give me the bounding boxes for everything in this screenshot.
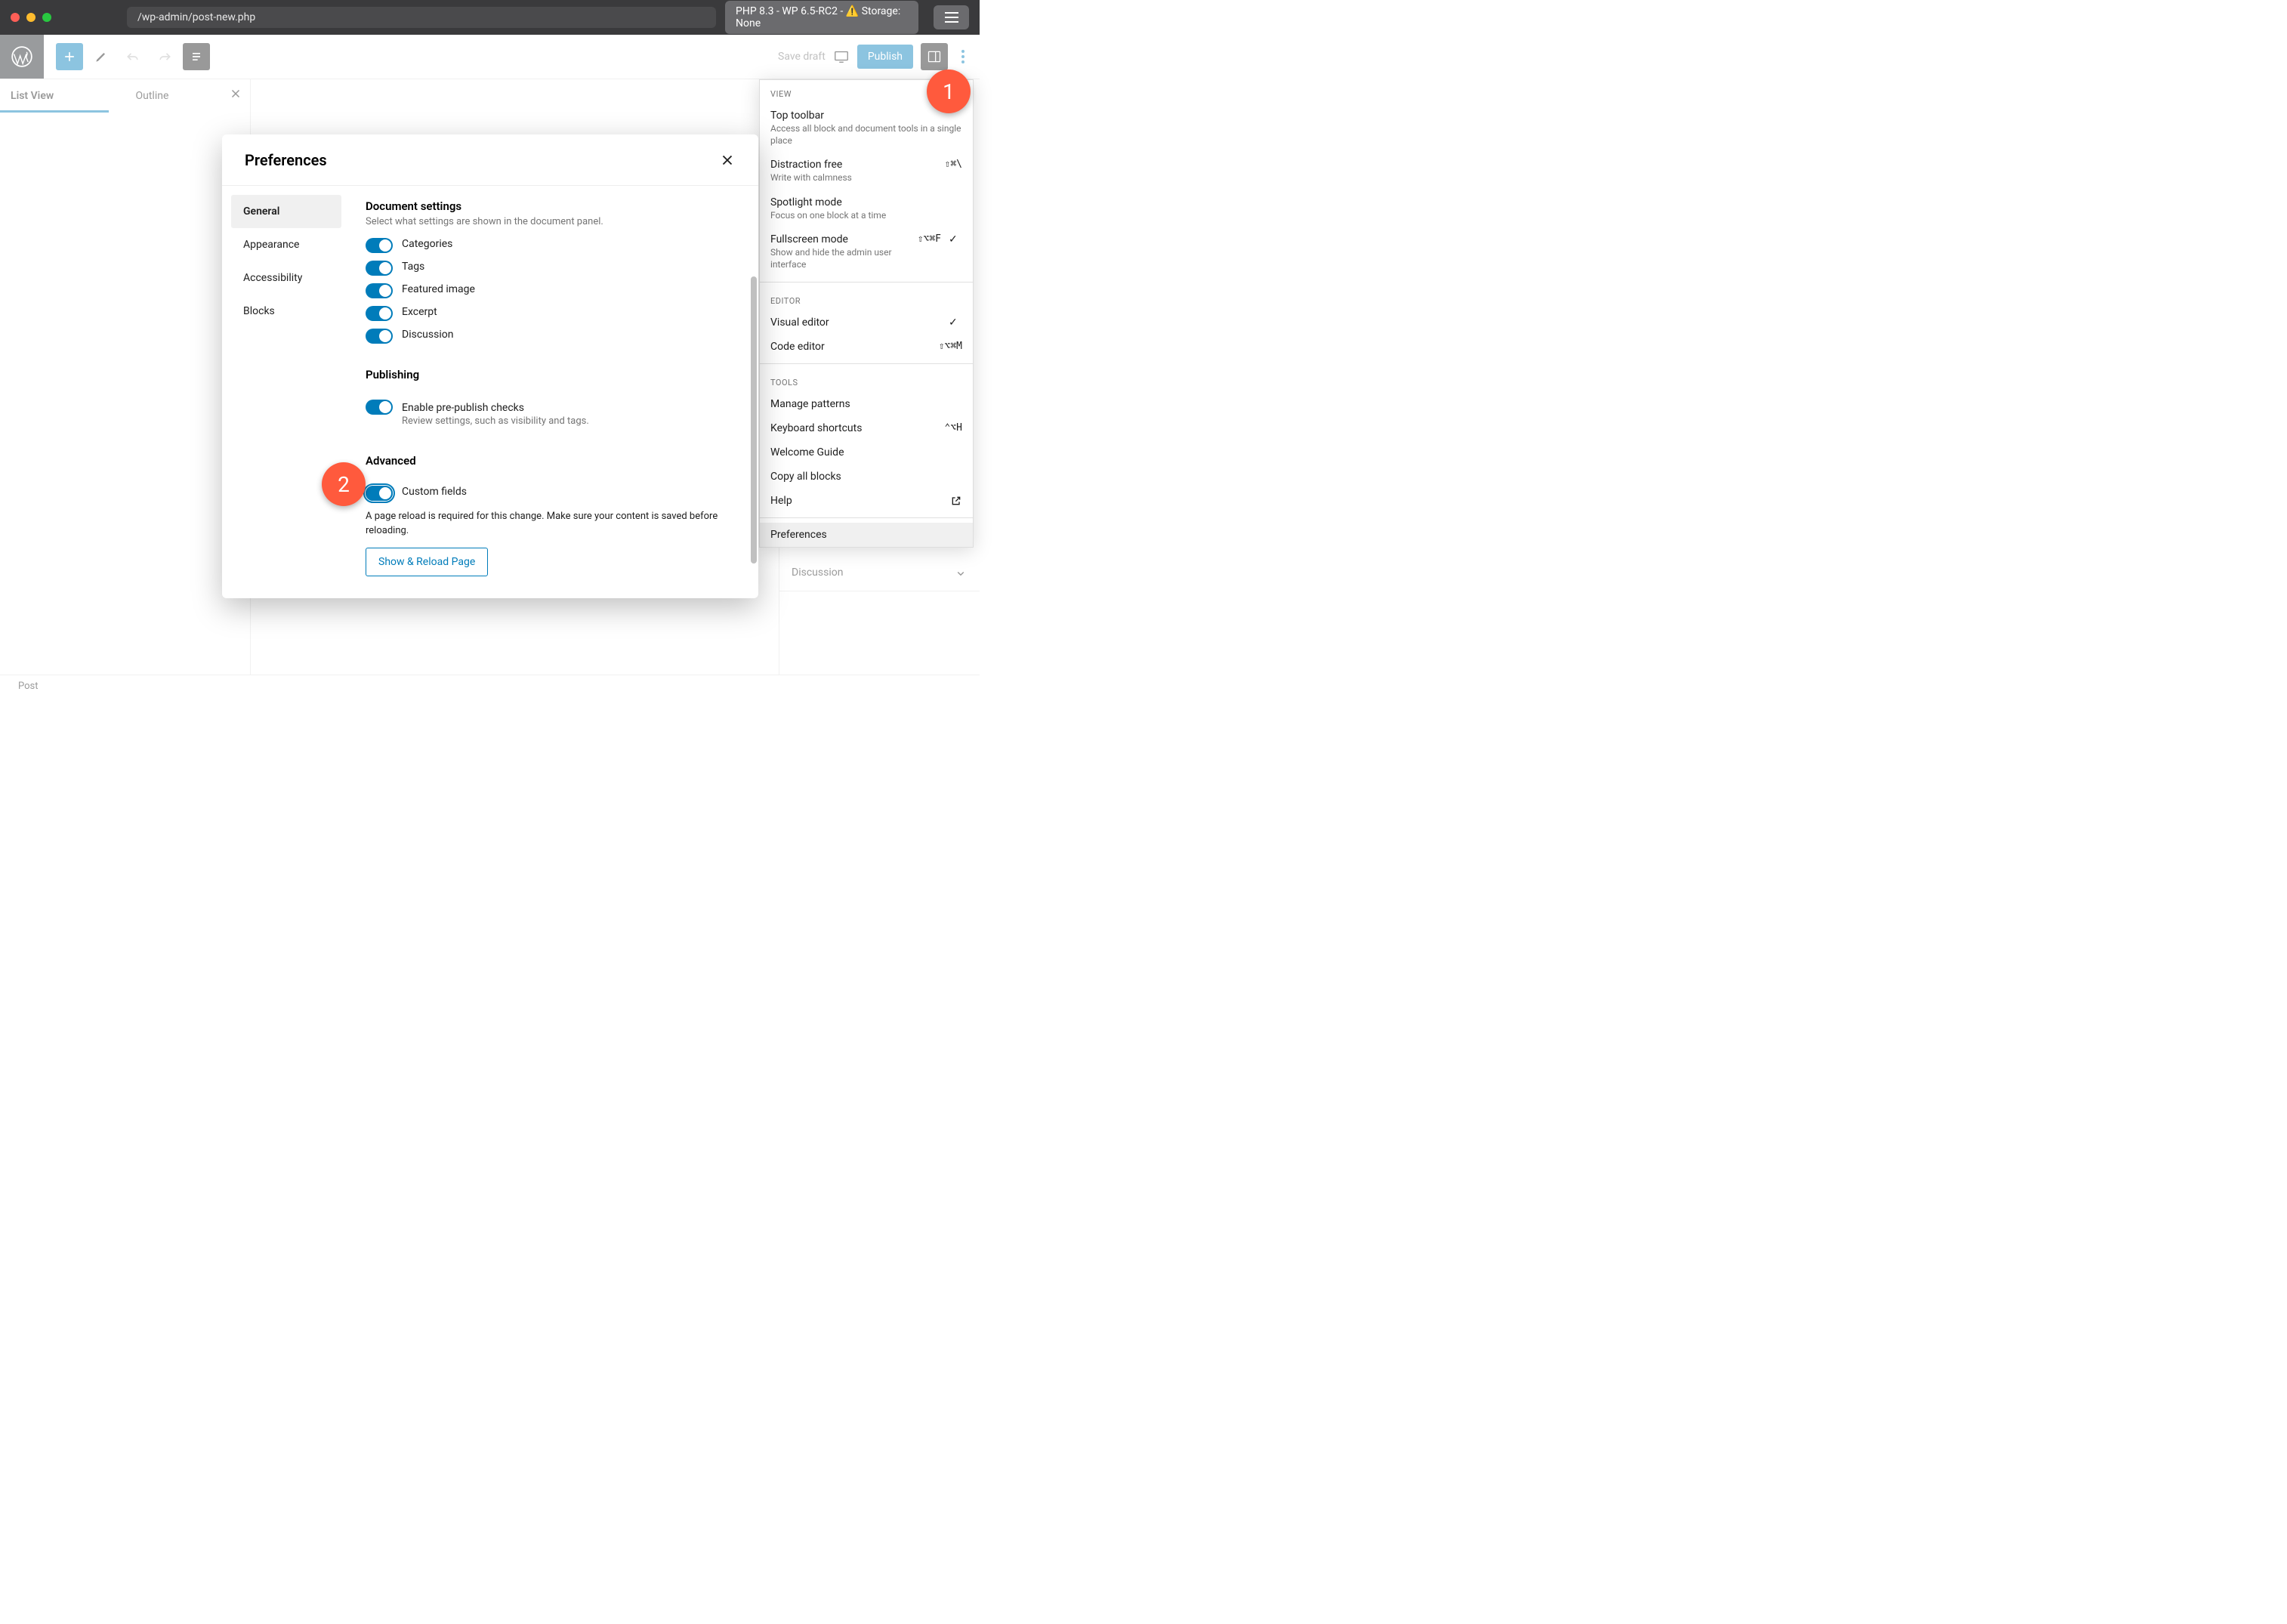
menu-code-editor[interactable]: Code editor ⇧⌥⌘M — [760, 335, 973, 359]
label-discussion: Discussion — [402, 329, 453, 341]
app-menu-button[interactable] — [934, 5, 969, 29]
preferences-content: Document settings Select what settings a… — [350, 186, 758, 598]
nav-blocks[interactable]: Blocks — [231, 295, 341, 328]
menu-preferences[interactable]: Preferences — [760, 523, 973, 547]
toggle-prepublish[interactable] — [366, 400, 393, 415]
label-custom-fields: Custom fields — [402, 486, 467, 498]
modal-title: Preferences — [245, 151, 327, 169]
toggle-categories[interactable] — [366, 238, 393, 253]
menu-visual-editor[interactable]: Visual editor ✓ — [760, 310, 973, 335]
label-tags: Tags — [402, 261, 424, 273]
preferences-nav: General Appearance Accessibility Blocks — [222, 186, 350, 598]
toggle-excerpt[interactable] — [366, 306, 393, 321]
external-link-icon — [950, 495, 962, 507]
toggle-discussion[interactable] — [366, 329, 393, 344]
nav-accessibility[interactable]: Accessibility — [231, 261, 341, 295]
window-titlebar: /wp-admin/post-new.php PHP 8.3 - WP 6.5-… — [0, 0, 980, 35]
annotation-2: 2 — [322, 462, 366, 506]
section-advanced: Advanced — [366, 454, 736, 468]
hamburger-icon — [945, 12, 958, 23]
nav-appearance[interactable]: Appearance — [231, 228, 341, 261]
zoom-window-icon[interactable] — [42, 13, 51, 22]
check-icon: ✓ — [949, 233, 962, 245]
close-window-icon[interactable] — [11, 13, 20, 22]
annotation-1: 1 — [927, 69, 971, 113]
label-featured-image: Featured image — [402, 283, 475, 295]
show-reload-button[interactable]: Show & Reload Page — [366, 548, 488, 576]
modal-close-button[interactable] — [719, 152, 736, 168]
menu-section-tools: Tools — [760, 369, 973, 392]
traffic-lights — [11, 13, 51, 22]
toggle-tags[interactable] — [366, 261, 393, 276]
menu-distraction-free[interactable]: Distraction freeWrite with calmness ⇧⌘\ — [760, 153, 973, 190]
scrollbar[interactable] — [751, 276, 757, 563]
menu-keyboard-shortcuts[interactable]: Keyboard shortcuts⌃⌥H — [760, 416, 973, 440]
more-options-menu: View Top toolbarAccess all block and doc… — [759, 79, 974, 548]
close-icon — [719, 152, 736, 168]
menu-manage-patterns[interactable]: Manage patterns — [760, 392, 973, 416]
desc-prepublish: Review settings, such as visibility and … — [402, 415, 589, 427]
menu-section-editor: Editor — [760, 287, 973, 310]
menu-spotlight-mode[interactable]: Spotlight modeFocus on one block at a ti… — [760, 190, 973, 228]
toggle-custom-fields[interactable] — [366, 486, 393, 501]
label-prepublish: Enable pre-publish checks — [402, 402, 524, 414]
preferences-modal: Preferences General Appearance Accessibi… — [222, 134, 758, 598]
reload-message: A page reload is required for this chang… — [366, 510, 736, 539]
check-icon: ✓ — [949, 316, 962, 329]
env-status-pill: PHP 8.3 - WP 6.5-RC2 - ⚠️ Storage: None — [725, 1, 918, 34]
menu-fullscreen-mode[interactable]: Fullscreen modeShow and hide the admin u… — [760, 227, 973, 276]
section-document-settings-desc: Select what settings are shown in the do… — [366, 216, 736, 227]
menu-welcome-guide[interactable]: Welcome Guide — [760, 440, 973, 465]
label-excerpt: Excerpt — [402, 306, 437, 318]
toggle-featured-image[interactable] — [366, 283, 393, 298]
menu-copy-all-blocks[interactable]: Copy all blocks — [760, 465, 973, 489]
menu-help[interactable]: Help — [760, 489, 973, 513]
url-field[interactable]: /wp-admin/post-new.php — [127, 7, 716, 28]
nav-general[interactable]: General — [231, 195, 341, 228]
label-categories: Categories — [402, 238, 452, 250]
section-publishing: Publishing — [366, 368, 736, 381]
minimize-window-icon[interactable] — [26, 13, 35, 22]
section-document-settings: Document settings — [366, 199, 736, 213]
